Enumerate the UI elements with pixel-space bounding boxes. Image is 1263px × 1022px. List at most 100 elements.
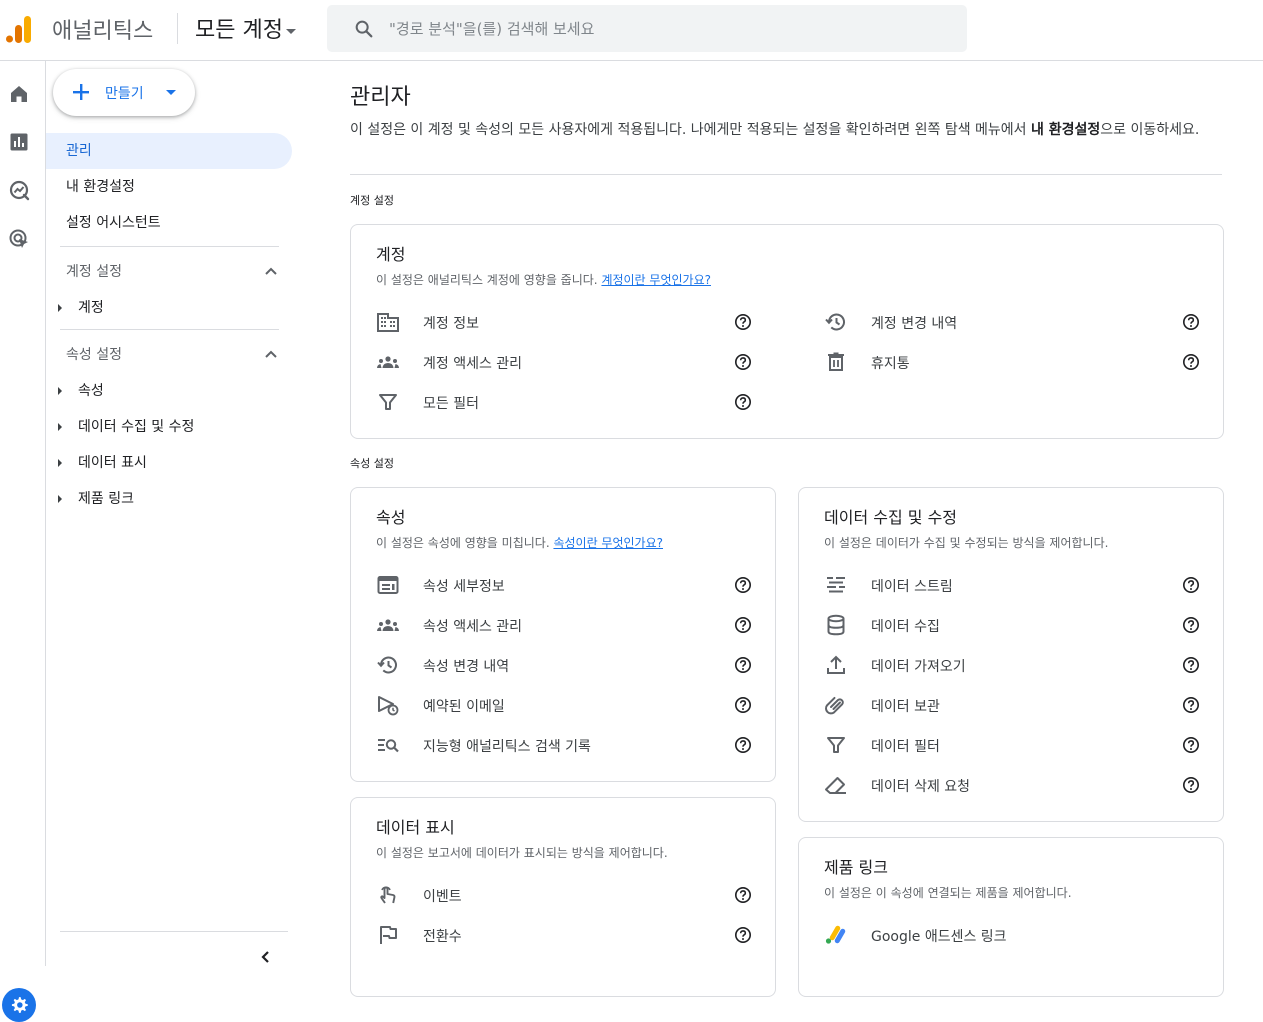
account-info-row[interactable]: 계정 정보 [376, 305, 756, 339]
help-icon[interactable] [734, 353, 752, 371]
chevron-up-icon[interactable] [264, 347, 278, 361]
help-icon[interactable] [1182, 776, 1200, 794]
expand-triangle-icon [58, 387, 62, 395]
plus-icon [73, 84, 89, 100]
page-description-text: 이 설정은 이 계정 및 속성의 모든 사용자에게 적용됩니다. 나에게만 적용… [350, 122, 1032, 138]
data-deletion-requests-row[interactable]: 데이터 삭제 요청 [824, 768, 1204, 802]
help-icon[interactable] [1182, 656, 1200, 674]
help-icon[interactable] [734, 656, 752, 674]
data-import-row[interactable]: 데이터 가져오기 [824, 648, 1204, 682]
row-label: 계정 정보 [423, 316, 479, 332]
card-description: 이 설정은 보고서에 데이터가 표시되는 방식을 제어합니다. [376, 846, 668, 860]
scheduled-emails-row[interactable]: 예약된 이메일 [376, 688, 756, 722]
property-change-history-row[interactable]: 속성 변경 내역 [376, 648, 756, 682]
nav-tree-data-display[interactable]: 데이터 표시 [58, 452, 147, 472]
help-icon[interactable] [1182, 576, 1200, 594]
filter-icon [379, 394, 397, 410]
nav-tree-data-collection[interactable]: 데이터 수집 및 수정 [58, 416, 194, 436]
help-icon[interactable] [1182, 736, 1200, 754]
row-label: 데이터 삭제 요청 [871, 779, 971, 795]
card-title: 제품 링크 [824, 858, 888, 877]
nav-tree-label: 계정 [78, 300, 104, 316]
conversions-row[interactable]: 전환수 [376, 918, 756, 952]
expand-triangle-icon [58, 495, 62, 503]
nav-divider [60, 329, 279, 330]
create-button[interactable]: 만들기 [53, 69, 195, 116]
help-icon[interactable] [734, 576, 752, 594]
nav-item-setup-assistant[interactable]: 설정 어시스턴트 [46, 205, 161, 241]
help-icon[interactable] [1182, 616, 1200, 634]
account-selector[interactable]: 모든 계정 [195, 12, 296, 44]
card-description: 이 설정은 애널리틱스 계정에 영향을 줍니다. 계정이란 무엇인가요? [376, 271, 711, 288]
card-title: 데이터 표시 [376, 818, 455, 837]
card-title: 데이터 수집 및 수정 [824, 508, 958, 527]
left-rail [0, 61, 46, 1022]
analytics-logo-icon[interactable] [5, 15, 33, 43]
data-display-card: 데이터 표시 이 설정은 보고서에 데이터가 표시되는 방식을 제어합니다. 이… [350, 797, 776, 997]
nav-section-property-settings[interactable]: 속성 설정 [66, 344, 122, 364]
card-description: 이 설정은 속성에 영향을 미칩니다. 속성이란 무엇인가요? [376, 534, 663, 551]
advertising-icon[interactable] [7, 227, 31, 251]
adsense-links-row[interactable]: Google 애드센스 링크 [824, 918, 1204, 952]
account-change-history-row[interactable]: 계정 변경 내역 [824, 305, 1204, 339]
what-is-account-link[interactable]: 계정이란 무엇인가요? [601, 273, 711, 287]
caret-down-icon [285, 28, 296, 34]
chevron-up-icon[interactable] [264, 264, 278, 278]
page-title: 관리자 [350, 85, 411, 110]
home-icon[interactable] [7, 82, 31, 106]
all-filters-row[interactable]: 모든 필터 [376, 385, 756, 419]
property-access-management-row[interactable]: 속성 액세스 관리 [376, 608, 756, 642]
card-title: 계정 [376, 245, 406, 264]
events-row[interactable]: 이벤트 [376, 878, 756, 912]
help-icon[interactable] [1182, 696, 1200, 714]
search-history-row[interactable]: 지능형 애널리틱스 검색 기록 [376, 728, 756, 762]
row-label: 지능형 애널리틱스 검색 기록 [423, 739, 591, 755]
data-filters-row[interactable]: 데이터 필터 [824, 728, 1204, 762]
help-icon[interactable] [1182, 353, 1200, 371]
reports-icon[interactable] [7, 130, 31, 154]
nav-tree-property[interactable]: 속성 [58, 380, 104, 400]
nav-section-account-settings[interactable]: 계정 설정 [66, 261, 122, 281]
row-label: 계정 액세스 관리 [423, 356, 523, 372]
help-icon[interactable] [734, 886, 752, 904]
search-bar[interactable] [327, 5, 967, 52]
nav-item-admin[interactable]: 관리 [46, 133, 292, 169]
account-card: 계정 이 설정은 애널리틱스 계정에 영향을 줍니다. 계정이란 무엇인가요? … [350, 224, 1224, 439]
row-label: 속성 변경 내역 [423, 659, 510, 675]
what-is-property-link[interactable]: 속성이란 무엇인가요? [553, 536, 663, 550]
help-icon[interactable] [734, 926, 752, 944]
property-details-row[interactable]: 속성 세부정보 [376, 568, 756, 602]
data-streams-row[interactable]: 데이터 스트림 [824, 568, 1204, 602]
data-retention-row[interactable]: 데이터 보관 [824, 688, 1204, 722]
help-icon[interactable] [734, 736, 752, 754]
search-icon [355, 20, 373, 38]
data-collection-row[interactable]: 데이터 수집 [824, 608, 1204, 642]
section-heading-account-settings: 계정 설정 [350, 194, 394, 207]
help-icon[interactable] [734, 696, 752, 714]
nav-item-my-preferences[interactable]: 내 환경설정 [46, 169, 135, 205]
nav-tree-product-links[interactable]: 제품 링크 [58, 488, 134, 508]
nav-divider [60, 246, 279, 247]
card-description-text: 이 설정은 애널리틱스 계정에 영향을 줍니다. [376, 273, 602, 287]
row-label: 예약된 이메일 [423, 699, 505, 715]
search-history-icon [378, 739, 399, 753]
account-access-management-row[interactable]: 계정 액세스 관리 [376, 345, 756, 379]
expand-triangle-icon [58, 423, 62, 431]
help-icon[interactable] [734, 393, 752, 411]
admin-gear-icon[interactable] [2, 988, 36, 1022]
nav-tree-account[interactable]: 계정 [58, 297, 104, 317]
row-label: Google 애드센스 링크 [871, 929, 1007, 945]
help-icon[interactable] [734, 313, 752, 331]
retention-icon [825, 696, 844, 715]
help-icon[interactable] [1182, 313, 1200, 331]
row-label: 이벤트 [423, 889, 462, 905]
row-label: 속성 액세스 관리 [423, 619, 523, 635]
create-button-label: 만들기 [105, 86, 144, 102]
search-input[interactable] [389, 17, 949, 41]
help-icon[interactable] [734, 616, 752, 634]
row-label: 데이터 보관 [871, 699, 940, 715]
collapse-nav-chevron-icon[interactable] [259, 950, 273, 964]
trash-row[interactable]: 휴지통 [824, 345, 1204, 379]
nav-tree-label: 속성 [78, 383, 104, 399]
explore-icon[interactable] [7, 178, 31, 202]
